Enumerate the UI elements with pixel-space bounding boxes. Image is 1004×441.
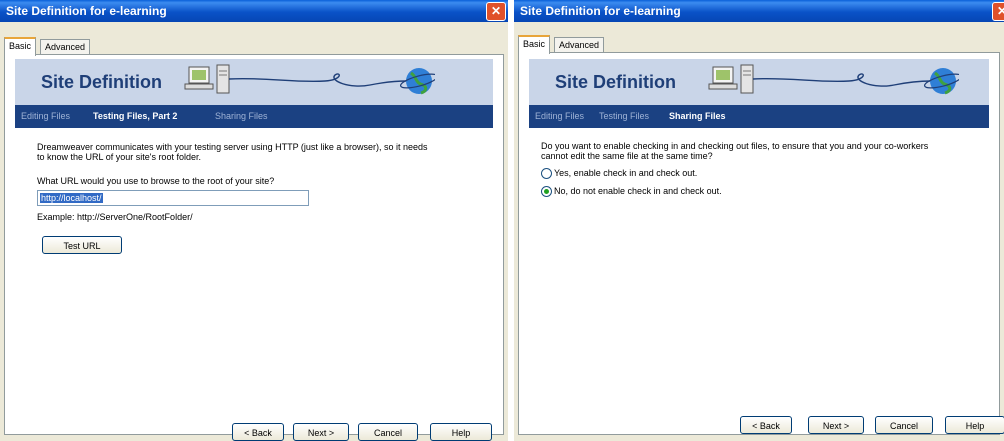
close-icon: ✕ — [996, 4, 1004, 18]
step-testing-files-part2: Testing Files, Part 2 — [93, 111, 178, 121]
cancel-button[interactable]: Cancel — [875, 416, 933, 434]
title-bar[interactable]: Site Definition for e-learning ✕ — [0, 0, 508, 22]
window-title: Site Definition for e-learning — [520, 4, 681, 18]
close-icon: ✕ — [490, 4, 502, 18]
banner-title: Site Definition — [555, 72, 676, 92]
step-sharing-files: Sharing Files — [669, 111, 726, 121]
step-sharing-files: Sharing Files — [215, 111, 268, 121]
step-testing-files: Testing Files — [599, 111, 650, 121]
close-button[interactable]: ✕ — [486, 2, 506, 21]
radio-selected-dot — [544, 189, 549, 194]
close-button[interactable]: ✕ — [992, 2, 1004, 21]
option-disable-label[interactable]: No, do not enable check in and check out… — [554, 186, 722, 197]
url-example: Example: http://ServerOne/RootFolder/ — [37, 212, 193, 222]
site-definition-dialog-testing: Site Definition for e-learning ✕ Basic A… — [0, 0, 508, 441]
url-input-value: http://localhost/ — [40, 193, 103, 203]
tab-advanced[interactable]: Advanced — [554, 37, 605, 52]
help-button[interactable]: Help — [945, 416, 1004, 434]
question-line-2: cannot edit the same file at the same ti… — [541, 151, 713, 161]
step-editing-files: Editing Files — [21, 111, 71, 121]
wizard-banner: Site Definition — [15, 59, 493, 105]
next-button[interactable]: Next > — [293, 423, 349, 441]
url-input[interactable]: http://localhost/ — [37, 190, 309, 206]
network-illustration-icon — [708, 64, 959, 95]
tab-pane: Site Definition Editing Files Testing Fi… — [518, 52, 1004, 435]
back-button[interactable]: < Back — [740, 416, 792, 434]
title-bar[interactable]: Site Definition for e-learning ✕ — [514, 0, 1004, 22]
site-definition-dialog-sharing: Site Definition for e-learning ✕ Basic A… — [514, 0, 1004, 441]
back-button[interactable]: < Back — [232, 423, 284, 441]
wizard-banner: Site Definition — [529, 59, 989, 105]
help-button[interactable]: Help — [430, 423, 492, 441]
tab-advanced[interactable]: Advanced — [40, 39, 91, 54]
tab-basic[interactable]: Basic — [518, 35, 551, 54]
tab-basic[interactable]: Basic — [4, 37, 37, 56]
url-question: What URL would you use to browse to the … — [37, 176, 275, 186]
network-illustration-icon — [184, 64, 435, 95]
step-editing-files: Editing Files — [535, 111, 585, 121]
wizard-steps-nav: Editing Files Testing Files, Part 2 Shar… — [15, 105, 493, 128]
next-button[interactable]: Next > — [808, 416, 864, 434]
radio-disable-checkin[interactable] — [541, 186, 552, 197]
wizard-steps-nav: Editing Files Testing Files Sharing File… — [529, 105, 989, 128]
window-title: Site Definition for e-learning — [6, 4, 167, 18]
banner-title: Site Definition — [41, 72, 162, 92]
test-url-button[interactable]: Test URL — [42, 236, 122, 254]
cancel-button[interactable]: Cancel — [358, 423, 418, 441]
option-enable-label[interactable]: Yes, enable check in and check out. — [554, 168, 697, 179]
description-line-2: to know the URL of your site's root fold… — [37, 152, 201, 162]
radio-enable-checkin[interactable] — [541, 168, 552, 179]
tab-pane: Site Definition Editing Files Testing Fi… — [4, 54, 504, 441]
